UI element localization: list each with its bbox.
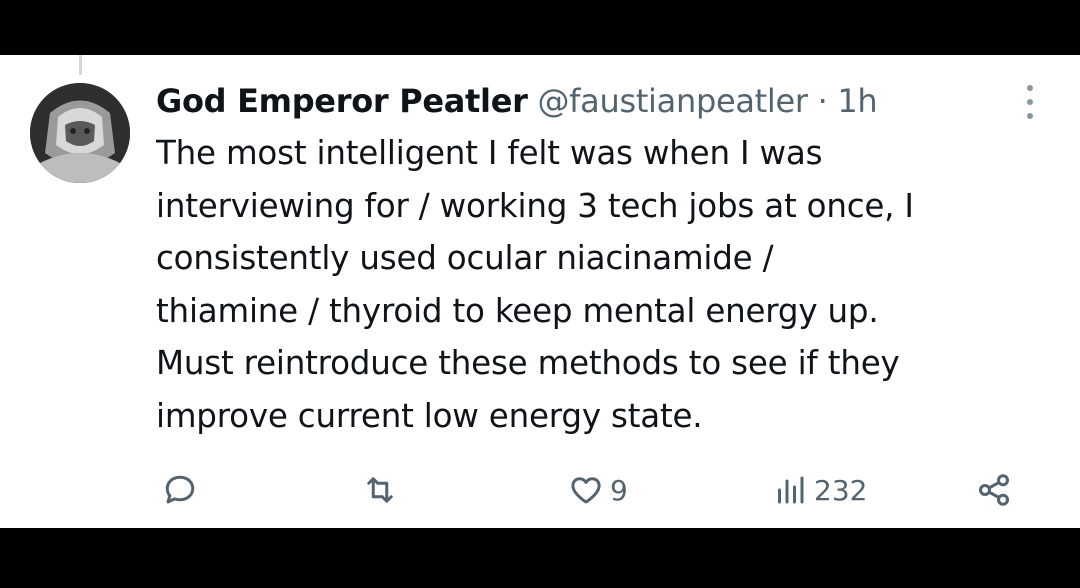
separator-dot: · [817,82,828,120]
timestamp[interactable]: 1h [837,82,877,120]
share-icon [979,474,1009,506]
views-count: 232 [814,473,868,507]
retweet-button[interactable] [362,471,398,509]
avatar-image [30,83,130,183]
user-handle[interactable]: @faustianpeatler [537,82,808,120]
reply-icon [165,475,195,504]
thread-connector-line [79,55,82,75]
share-button[interactable] [976,471,1012,509]
tweet-text-line: Must reintroduce these methods to see if… [156,344,900,382]
avatar[interactable] [30,83,130,183]
tweet-text-line: improve current low energy state. [156,396,703,435]
more-options-icon[interactable] [1018,85,1042,119]
tweet-text-line: interviewing for / working 3 tech jobs a… [156,186,914,225]
tweet-header: God Emperor Peatler @faustianpeatler · 1… [156,79,878,123]
tweet-text-line: The most intelligent I felt was when I w… [156,134,823,172]
tweet-card[interactable]: God Emperor Peatler @faustianpeatler · 1… [0,55,1080,528]
views-button[interactable]: 232 [772,471,867,509]
retweet-icon [367,477,393,503]
tweet-text-line: consistently used ocular niacinamide / [156,239,774,277]
tweet-text-line: thiamine / thyroid to keep mental energy… [156,291,879,330]
like-count: 9 [610,473,628,507]
like-button[interactable]: 9 [568,471,628,509]
display-name[interactable]: God Emperor Peatler [156,82,528,120]
views-chart-icon [778,476,804,504]
reply-button[interactable] [162,471,198,509]
heart-icon [571,477,601,504]
action-bar: 9 232 [0,465,1080,515]
tweet-text: The most intelligent I felt was when I w… [156,127,1036,442]
